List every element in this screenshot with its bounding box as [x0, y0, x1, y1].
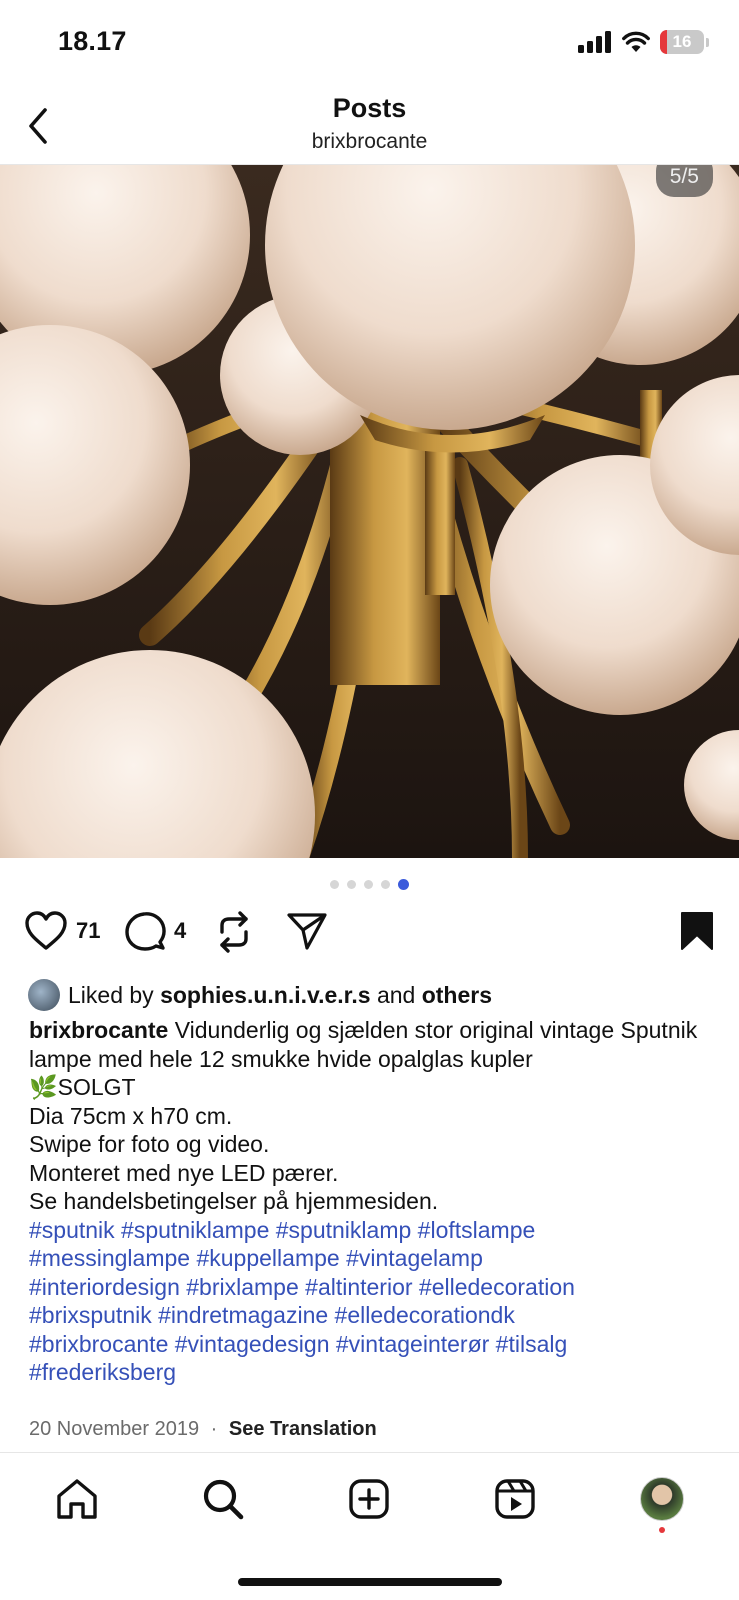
carousel-dots	[0, 879, 739, 890]
reels-icon[interactable]	[494, 1478, 536, 1520]
tab-create[interactable]	[345, 1475, 393, 1523]
home-indicator[interactable]	[238, 1578, 502, 1586]
heart-icon[interactable]	[24, 910, 68, 952]
battery-level: 16	[672, 32, 692, 51]
carousel-counter: 5/5	[655, 165, 713, 197]
carousel-dot	[364, 880, 373, 889]
post-caption: brixbrocante Vidunderlig og sjælden stor…	[29, 1016, 719, 1387]
tab-reels[interactable]	[491, 1475, 539, 1523]
plus-square-icon[interactable]	[348, 1478, 390, 1520]
caption-sold: SOLGT	[57, 1074, 136, 1100]
comment-count[interactable]: 4	[174, 918, 186, 944]
like-count[interactable]: 71	[76, 918, 100, 944]
liked-by-others[interactable]: others	[422, 982, 492, 1009]
leaf-emoji: 🌿	[29, 1074, 58, 1100]
bottom-tab-bar	[0, 1452, 739, 1563]
hashtag-line[interactable]: #brixbrocante #vintagedesign #vintageint…	[29, 1330, 719, 1359]
home-icon[interactable]	[55, 1478, 99, 1520]
page-subtitle[interactable]: brixbrocante	[0, 130, 739, 154]
like-action[interactable]: 71	[24, 910, 100, 952]
signal-icon	[578, 31, 611, 53]
liked-by[interactable]: Liked by sophies.u.n.i.v.e.r.s and other…	[28, 979, 492, 1011]
status-time: 18.17	[58, 26, 127, 56]
battery-icon: 16	[660, 30, 704, 54]
caption-line: Se handelsbetingelser på hjemmesiden.	[29, 1188, 439, 1214]
post-image[interactable]: 5/5	[0, 165, 739, 858]
bookmark-filled-icon[interactable]	[679, 910, 715, 952]
post-meta: 20 November 2019 · See Translation	[29, 1418, 377, 1441]
share-action[interactable]	[286, 910, 328, 952]
carousel-dot	[330, 880, 339, 889]
caption-line: Monteret med nye LED pærer.	[29, 1159, 339, 1186]
status-bar: 18.17 16	[0, 0, 739, 90]
liker-avatar[interactable]	[28, 979, 60, 1011]
tab-profile[interactable]	[638, 1475, 686, 1523]
carousel-dot-active	[398, 879, 409, 890]
header: Posts brixbrocante	[0, 90, 739, 165]
caption-username[interactable]: brixbrocante	[29, 1017, 168, 1043]
save-action[interactable]	[679, 910, 715, 952]
caption-line: Swipe for foto og video.	[29, 1131, 270, 1157]
see-translation-link[interactable]: See Translation	[229, 1418, 377, 1440]
repost-action[interactable]	[214, 910, 254, 954]
liked-by-prefix: Liked by	[68, 981, 154, 1008]
hashtag-line[interactable]: #interiordesign #brixlampe #altinterior …	[29, 1273, 719, 1302]
tab-search[interactable]	[199, 1475, 247, 1523]
page-title: Posts	[332, 93, 407, 123]
tab-home[interactable]	[53, 1475, 101, 1523]
paper-plane-icon[interactable]	[286, 910, 328, 952]
carousel-dot	[347, 880, 356, 889]
notification-dot	[659, 1527, 665, 1533]
hashtags: #sputnik #sputniklampe #sputniklamp #lof…	[29, 1216, 719, 1387]
hashtag-line[interactable]: #brixsputnik #indretmagazine #elledecora…	[29, 1301, 719, 1330]
lamp-photo	[0, 165, 739, 858]
comment-bubble-icon[interactable]	[124, 910, 166, 952]
meta-separator: ·	[210, 1418, 218, 1440]
action-row: 71 4	[24, 910, 715, 958]
avatar[interactable]	[640, 1477, 684, 1521]
caption-line: Dia 75cm x h70 cm.	[29, 1102, 233, 1129]
hashtag-line[interactable]: #frederiksberg	[29, 1358, 719, 1387]
search-icon[interactable]	[201, 1477, 245, 1521]
post-date: 20 November 2019	[29, 1418, 200, 1440]
hashtag-line[interactable]: #messinglampe #kuppellampe #vintagelamp	[29, 1244, 719, 1273]
comment-action[interactable]: 4	[124, 910, 186, 952]
liked-by-user[interactable]: sophies.u.n.i.v.e.r.s	[160, 982, 370, 1009]
wifi-icon	[622, 31, 650, 52]
carousel-dot	[381, 880, 390, 889]
repost-icon[interactable]	[214, 910, 254, 954]
liked-by-and: and	[376, 981, 416, 1008]
status-icons: 16	[578, 30, 709, 54]
hashtag-line[interactable]: #sputnik #sputniklampe #sputniklamp #lof…	[29, 1216, 719, 1245]
